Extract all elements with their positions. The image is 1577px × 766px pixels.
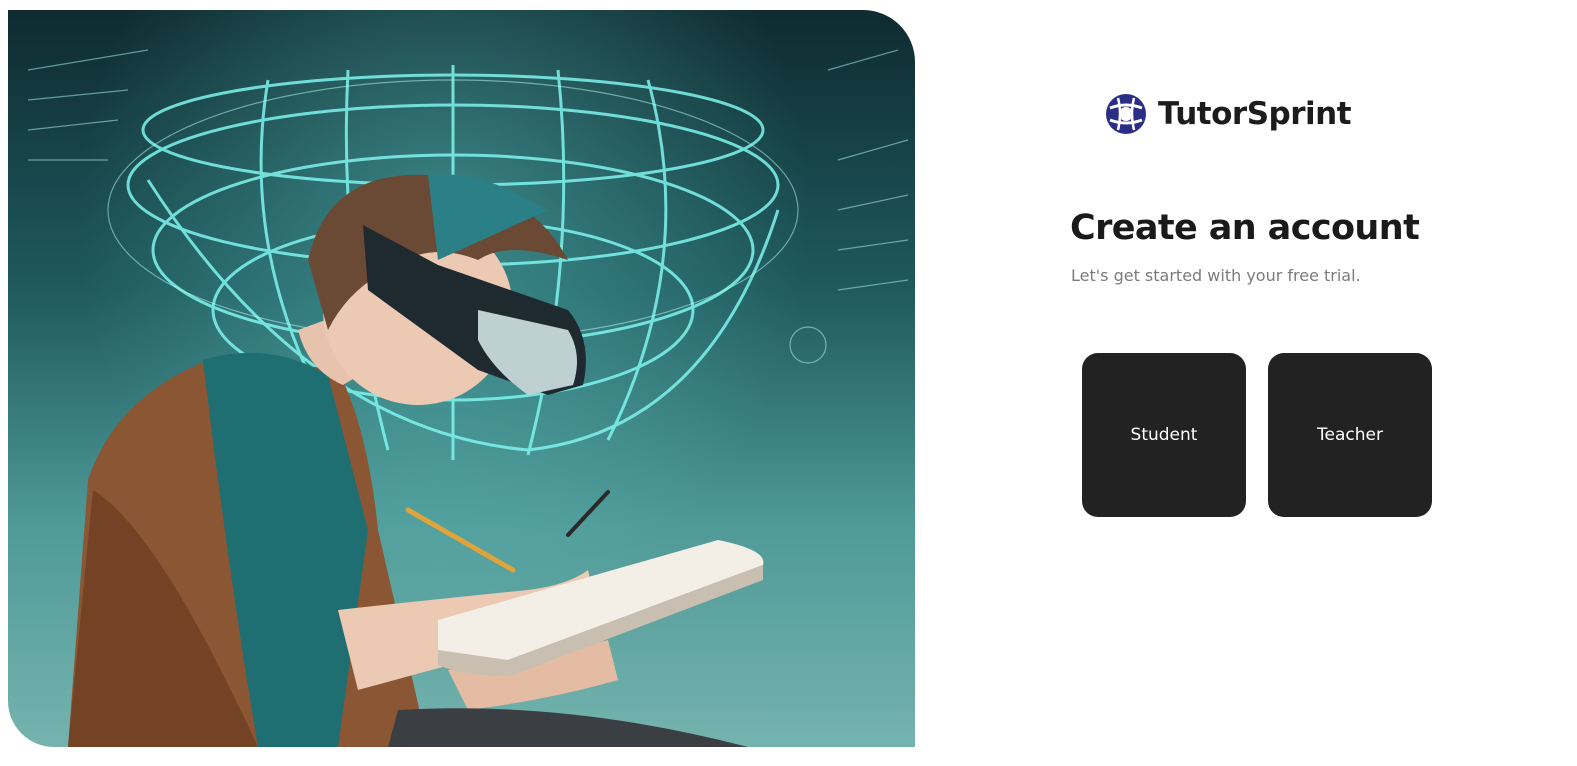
role-selector: Student Teacher	[1082, 353, 1432, 517]
hero-illustration	[27, 49, 909, 747]
signup-page: TutorSprint Create an account Let's get …	[0, 0, 1577, 766]
page-subtitle: Let's get started with your free trial.	[1071, 266, 1361, 285]
brand-logo: TutorSprint	[1104, 92, 1352, 136]
brand-name: TutorSprint	[1158, 96, 1352, 132]
student-role-button[interactable]: Student	[1082, 353, 1246, 517]
page-title: Create an account	[1070, 208, 1420, 248]
teacher-role-button[interactable]: Teacher	[1268, 353, 1432, 517]
tutorsprint-logo-icon	[1106, 94, 1146, 134]
hero-image	[8, 10, 915, 747]
